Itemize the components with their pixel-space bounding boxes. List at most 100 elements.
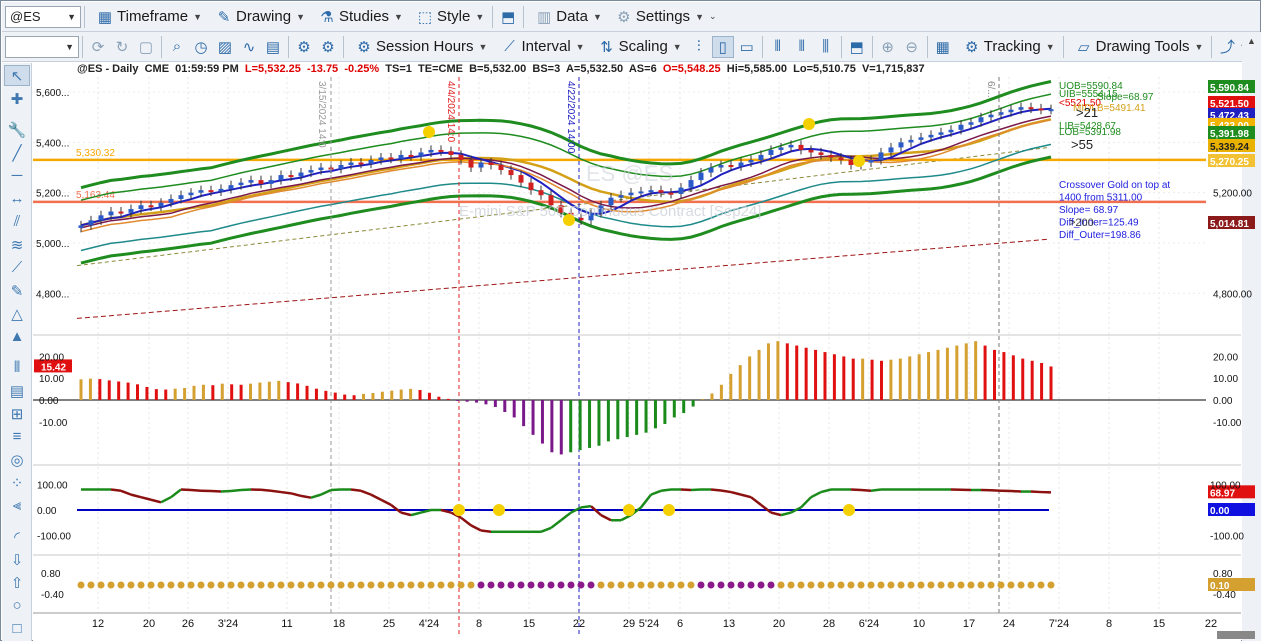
candle-body [318, 167, 324, 171]
histogram-tick-left: 20.00 [39, 352, 64, 363]
oscillator-segment [860, 488, 872, 493]
oscillator-segment [1030, 490, 1042, 494]
signal-dot-marker [1047, 581, 1055, 589]
candle-body [888, 147, 894, 153]
signal-dot-marker [257, 581, 265, 589]
signal-dot-marker [887, 581, 895, 589]
candle-body [448, 151, 454, 155]
zero-cross-dot [663, 504, 675, 516]
signal-dot-marker [987, 581, 995, 589]
signal-dot-marker [807, 581, 815, 589]
oscillator-segment [660, 488, 672, 493]
candle-body [928, 134, 934, 138]
x-tick-label: 15 [1153, 618, 1165, 630]
signal-dot-marker [477, 581, 485, 589]
signal-dot-marker [877, 581, 885, 589]
signal-dot-marker [447, 581, 455, 589]
oscillator-segment [850, 488, 862, 492]
oscillator-segment [240, 488, 252, 492]
candle-body [348, 162, 354, 166]
signal-dot-marker [657, 581, 665, 589]
signal-dot-marker [327, 581, 335, 589]
x-tick-label: 8 [476, 618, 482, 630]
chart-header: @ES - Daily CME 01:59:59 PM L=5,532.25 -… [77, 63, 925, 75]
candle-body [788, 144, 794, 148]
signal-dot-marker [927, 581, 935, 589]
watermark-symbol: ES @ES [586, 161, 674, 186]
signal-dot-marker [277, 581, 285, 589]
signal-dot-marker [567, 581, 575, 589]
candle-body [778, 147, 784, 150]
candle-body [128, 209, 134, 213]
candle-body [1048, 109, 1054, 112]
signal-dot-marker [777, 581, 785, 589]
candle-body [808, 149, 814, 153]
signal-dot-marker [217, 581, 225, 589]
candle-body [258, 180, 264, 184]
signal-dot-marker [627, 581, 635, 589]
x-tick-label: 24 [1003, 618, 1015, 630]
candle-body [968, 122, 974, 125]
signal-dot-marker [437, 581, 445, 589]
x-tick-label: 22 [573, 618, 585, 630]
date-marker-label: 3/15/2024 14:0 [316, 81, 327, 148]
price-badge-text: 5,014.81 [1210, 219, 1249, 230]
header-last: L=5,532.25 [244, 63, 301, 75]
candle-body [818, 152, 824, 155]
candle-body [1008, 109, 1014, 113]
candle-body [338, 165, 344, 169]
signal-dot-marker [527, 581, 535, 589]
signal-dot-marker [407, 581, 415, 589]
x-tick-label: 4'24 [419, 618, 439, 630]
histogram-tick-right: 10.00 [1213, 374, 1238, 385]
candle-body [178, 195, 184, 199]
signal-dot-marker [337, 581, 345, 589]
candle-body [948, 129, 954, 133]
trading-chart-window: @ES ▼ ▦ Timeframe ▼ ✎ Drawing ▼ ⚗ Studies ▼ ⬚ St… [0, 0, 1261, 641]
candle-body [108, 211, 114, 216]
candle-body [268, 180, 274, 184]
oscillator-segment [220, 489, 232, 493]
price-badge-text: 5,339.24 [1210, 142, 1249, 153]
price-tick-left: 5,600... [36, 88, 69, 99]
signal-dot-marker [1017, 581, 1025, 589]
x-tick-label: 25 [383, 618, 395, 630]
signal-dot-marker [157, 581, 165, 589]
dots-tick-right: -0.40 [1213, 590, 1236, 601]
histogram-tick-left: 10.00 [39, 374, 64, 385]
x-tick-label: 15 [523, 618, 535, 630]
signal-dot-marker [507, 581, 515, 589]
crossover-annotation: 1400 from 5311.00 [1059, 193, 1143, 204]
header-lo: Lo=5,510.75 [793, 63, 856, 75]
x-tick-label: 10 [913, 618, 925, 630]
signal-dot-marker [177, 581, 185, 589]
candle-body [698, 172, 704, 181]
price-badge-text: 5,590.84 [1210, 83, 1249, 94]
price-tick-right: 5,200.00 [1213, 189, 1252, 200]
candle-body [868, 159, 874, 163]
candle-body [408, 154, 414, 157]
horizontal-scroll-thumb [1217, 631, 1255, 639]
oscillator-segment [720, 489, 732, 494]
zero-cross-dot [493, 504, 505, 516]
signal-dot-marker [797, 581, 805, 589]
oscillator-tick-left: -100.00 [37, 532, 71, 543]
horizontal-level-label: 5,330.32 [76, 148, 115, 159]
candle-body [218, 188, 224, 192]
candle-body [668, 192, 674, 195]
header-time: 01:59:59 PM [175, 63, 239, 75]
oscillator-tick-left: 100.00 [37, 480, 68, 491]
candle-body [628, 192, 634, 196]
candle-body [658, 190, 664, 193]
signal-dot-marker [867, 581, 875, 589]
x-tick-label: 17 [963, 618, 975, 630]
date-marker-label: 4/4/2024 14:0 [445, 81, 456, 143]
candle-body [958, 124, 964, 130]
signal-dot-marker [77, 581, 85, 589]
candle-body [848, 159, 854, 166]
oscillator-tick-right: -100.00 [1210, 532, 1244, 543]
chart-area[interactable]: 5,330.325,163.443/15/2024 14:0 4/4/2024 1… [1, 1, 1261, 641]
signal-dot-marker [137, 581, 145, 589]
candle-body [528, 182, 534, 191]
candle-body [418, 152, 424, 157]
